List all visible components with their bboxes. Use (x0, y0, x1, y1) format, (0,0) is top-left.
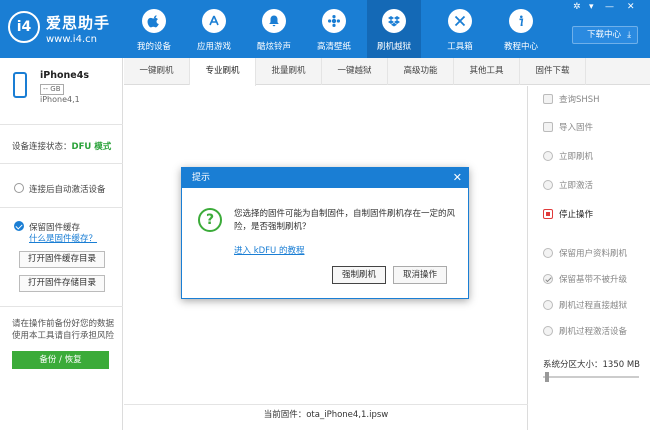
kdfu-tutorial-link[interactable]: 进入 kDFU 的教程 (234, 244, 304, 256)
keep-baseband-option[interactable]: 保留基带不被升级 (543, 274, 627, 286)
tools-icon (448, 9, 472, 33)
tab-bar: 一键刷机 专业刷机 批量刷机 一键越狱 高级功能 其他工具 固件下载 (124, 58, 650, 86)
divider (0, 207, 123, 208)
radio-icon (543, 326, 553, 336)
cancel-button[interactable]: 取消操作 (393, 266, 447, 284)
auto-activate-label: 连接后自动激活设备 (29, 185, 106, 195)
risk-warning: 请在操作前备份好您的数据使用本工具请自行承担风险 (12, 319, 115, 341)
flash-now-button[interactable]: 立即刷机 (543, 151, 593, 163)
nav-wallpapers[interactable]: 高清壁纸 (307, 0, 361, 58)
slider-handle[interactable] (545, 372, 549, 382)
auto-activate-radio[interactable] (14, 183, 24, 193)
app-store-icon (202, 9, 226, 33)
nav-my-device[interactable]: 我的设备 (127, 0, 181, 58)
search-icon (543, 94, 553, 104)
stop-operation-button[interactable]: 停止操作 (543, 209, 593, 221)
close-icon[interactable]: ✕ (453, 168, 462, 188)
download-icon: ⤓ (627, 30, 631, 40)
current-firmware: 当前固件：ota_iPhone4,1.ipsw (263, 410, 389, 420)
keep-user-data-option[interactable]: 保留用户资料刷机 (543, 248, 627, 260)
tab-batch-flash[interactable]: 批量刷机 (256, 58, 322, 85)
activate-icon (543, 180, 553, 190)
divider (124, 404, 528, 405)
download-center-button[interactable]: 下载中心 ⤓ (572, 26, 638, 44)
device-capacity: -- GB (40, 84, 64, 95)
dropbox-icon (382, 9, 406, 33)
logo-icon: i4 (8, 11, 40, 43)
question-icon: ? (198, 208, 222, 232)
tab-advanced[interactable]: 高级功能 (388, 58, 454, 85)
import-firmware-button[interactable]: 导入固件 (543, 122, 593, 134)
flash-icon (543, 151, 553, 161)
partition-size-label: 系统分区大小：1350 MB (543, 360, 640, 370)
tab-other-tools[interactable]: 其他工具 (454, 58, 520, 85)
app-header: i4 爱思助手 www.i4.cn 我的设备 应用游戏 酷炫铃声 高清壁纸 刷机… (0, 0, 650, 58)
nav-toolbox[interactable]: 工具箱 (433, 0, 487, 58)
device-name: iPhone4s (40, 70, 89, 81)
nav-tutorials[interactable]: 教程中心 (494, 0, 548, 58)
nav-ringtones[interactable]: 酷炫铃声 (247, 0, 301, 58)
partition-size-slider[interactable] (543, 376, 639, 378)
force-flash-dialog: 提示 ✕ ? 您选择的固件可能为自制固件，自制固件刷机存在一定的风险，是否强制刷… (181, 167, 469, 299)
what-is-cache-link[interactable]: 什么是固件缓存？ (29, 232, 97, 244)
divider (0, 124, 123, 125)
backup-restore-button[interactable]: 备份 / 恢复 (12, 351, 109, 369)
tab-one-click-jailbreak[interactable]: 一键越狱 (322, 58, 388, 85)
apple-icon (142, 9, 166, 33)
activate-during-flash-option[interactable]: 刷机过程激活设备 (543, 326, 627, 338)
action-panel: 查询SHSH 导入固件 立即刷机 立即激活 停止操作 保留用户资料刷机 保留基带… (529, 86, 650, 430)
dfu-mode-label: DFU 模式 (71, 142, 112, 152)
connection-status: 设备连接状态：DFU 模式 (12, 142, 112, 152)
nav-apps[interactable]: 应用游戏 (187, 0, 241, 58)
tab-one-click-flash[interactable]: 一键刷机 (124, 58, 190, 85)
import-icon (543, 122, 553, 132)
open-store-dir-button[interactable]: 打开固件存储目录 (19, 275, 105, 292)
tab-firmware-download[interactable]: 固件下载 (520, 58, 586, 85)
info-icon (509, 9, 533, 33)
device-panel: iPhone4s -- GB iPhone4,1 设备连接状态：DFU 模式 连… (0, 58, 123, 430)
open-cache-dir-button[interactable]: 打开固件缓存目录 (19, 251, 105, 268)
logo-url: www.i4.cn (46, 34, 97, 45)
keep-cache-checkbox[interactable] (14, 221, 24, 231)
radio-icon (543, 300, 553, 310)
check-icon (543, 274, 553, 284)
query-shsh-button[interactable]: 查询SHSH (543, 94, 600, 106)
dialog-title: 提示 ✕ (182, 168, 468, 188)
divider (0, 163, 123, 164)
divider (0, 306, 123, 307)
force-flash-button[interactable]: 强制刷机 (332, 266, 386, 284)
jailbreak-during-flash-option[interactable]: 刷机过程直接越狱 (543, 300, 627, 312)
app-logo[interactable]: i4 爱思助手 www.i4.cn (8, 8, 128, 50)
bell-icon (262, 9, 286, 33)
close-icon[interactable]: ✕ (627, 2, 635, 12)
device-model: iPhone4,1 (40, 95, 80, 104)
settings-icon[interactable]: ✲ (573, 2, 581, 12)
logo-name: 爱思助手 (46, 14, 111, 32)
activate-now-button[interactable]: 立即激活 (543, 180, 593, 192)
stop-icon (543, 209, 553, 219)
radio-icon (543, 248, 553, 258)
dialog-message: 您选择的固件可能为自制固件，自制固件刷机存在一定的风险，是否强制刷机？ (234, 209, 456, 232)
phone-icon (13, 72, 27, 98)
nav-flash-jailbreak[interactable]: 刷机越狱 (367, 0, 421, 58)
dropdown-icon[interactable]: ▾ (589, 2, 594, 12)
minimize-icon[interactable]: — (605, 2, 614, 12)
gear-flower-icon (322, 9, 346, 33)
tab-pro-flash[interactable]: 专业刷机 (190, 58, 256, 86)
